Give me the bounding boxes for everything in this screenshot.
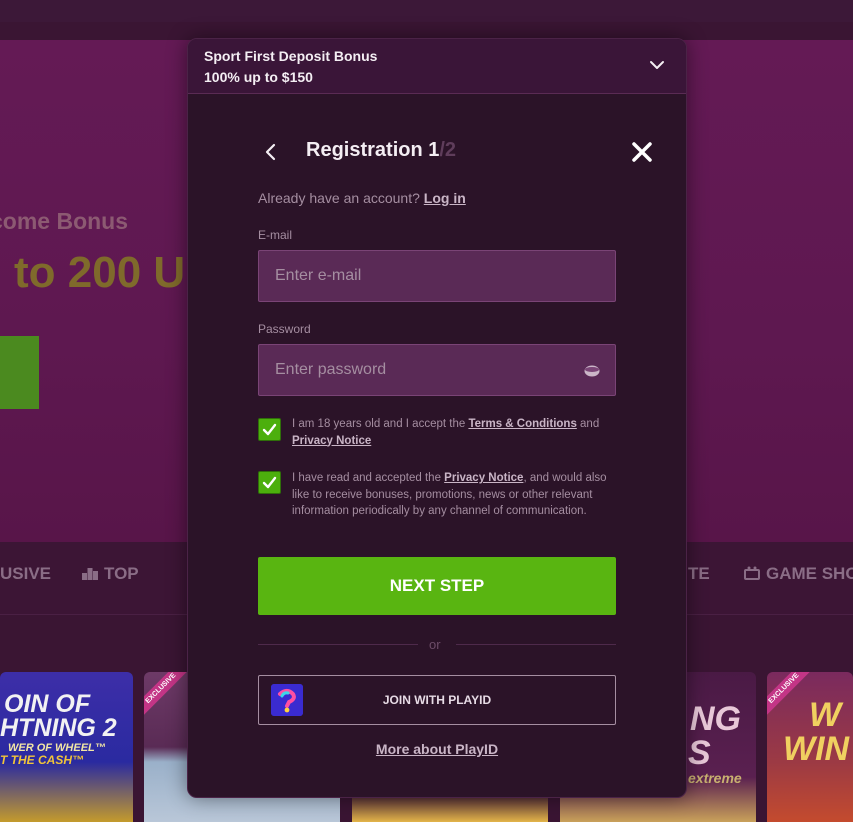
nav-item-top[interactable]: TOP <box>82 564 139 584</box>
email-field[interactable] <box>258 250 616 302</box>
divider-right <box>456 644 616 645</box>
page-title: Registration 1/2 <box>306 139 456 162</box>
privacy-link[interactable]: Privacy Notice <box>444 472 523 484</box>
divider-left <box>258 644 418 645</box>
game-tile[interactable]: EXCLUSIVE W WIN <box>767 672 853 822</box>
next-step-button[interactable]: NEXT STEP <box>258 557 616 615</box>
podium-icon <box>82 568 98 580</box>
registration-title: Registration <box>306 139 423 161</box>
email-label: E-mail <box>258 228 293 242</box>
registration-step: 1 <box>428 139 440 161</box>
chevron-left-icon[interactable] <box>260 141 282 163</box>
login-link[interactable]: Log in <box>424 190 466 206</box>
privacy-link[interactable]: Privacy Notice <box>292 435 371 447</box>
more-about-playid-link[interactable]: More about PlayID <box>188 741 686 757</box>
top-bar <box>0 0 853 22</box>
hero-amount-text: to 200 U <box>14 248 186 297</box>
account-prompt: Already have an account? Log in <box>258 190 466 206</box>
check-icon <box>262 423 277 436</box>
chevron-down-icon[interactable] <box>648 57 666 73</box>
close-icon[interactable] <box>630 140 654 164</box>
playid-label: JOIN WITH PLAYID <box>382 693 492 707</box>
nav-item-game-show[interactable]: GAME SHOW <box>744 564 853 584</box>
registration-modal: Sport First Deposit Bonus 100% up to $15… <box>187 38 687 798</box>
registration-total: /2 <box>439 139 457 161</box>
password-label: Password <box>258 322 311 336</box>
nav-item-exclusive[interactable]: USIVE <box>0 564 51 584</box>
promo-subtitle: 100% up to $150 <box>204 69 313 85</box>
join-playid-button[interactable]: JOIN WITH PLAYID <box>258 675 616 725</box>
hero-bonus-text: come Bonus <box>0 208 129 234</box>
terms-link[interactable]: Terms & Conditions <box>468 418 576 430</box>
exclusive-ribbon: EXCLUSIVE <box>767 672 811 716</box>
exclusive-ribbon: EXCLUSIVE <box>144 672 188 716</box>
or-text: or <box>429 637 441 652</box>
eye-icon[interactable] <box>584 365 600 377</box>
marketing-consent-text: I have read and accepted the Privacy Not… <box>292 472 607 517</box>
game-show-icon <box>744 566 760 580</box>
hero-cta-button[interactable] <box>0 336 39 409</box>
check-icon <box>262 476 277 489</box>
promo-title: Sport First Deposit Bonus <box>204 48 378 64</box>
nav-item-favourite[interactable]: TE <box>688 564 710 584</box>
terms-consent-text: I am 18 years old and I accept the Terms… <box>292 418 600 447</box>
password-field[interactable] <box>258 344 616 396</box>
promo-header[interactable]: Sport First Deposit Bonus 100% up to $15… <box>188 39 686 94</box>
marketing-checkbox[interactable] <box>258 471 281 494</box>
game-tile[interactable]: OIN OF HTNING 2 WER OF WHEEL™ T THE CASH… <box>0 672 133 822</box>
terms-checkbox[interactable] <box>258 418 281 441</box>
